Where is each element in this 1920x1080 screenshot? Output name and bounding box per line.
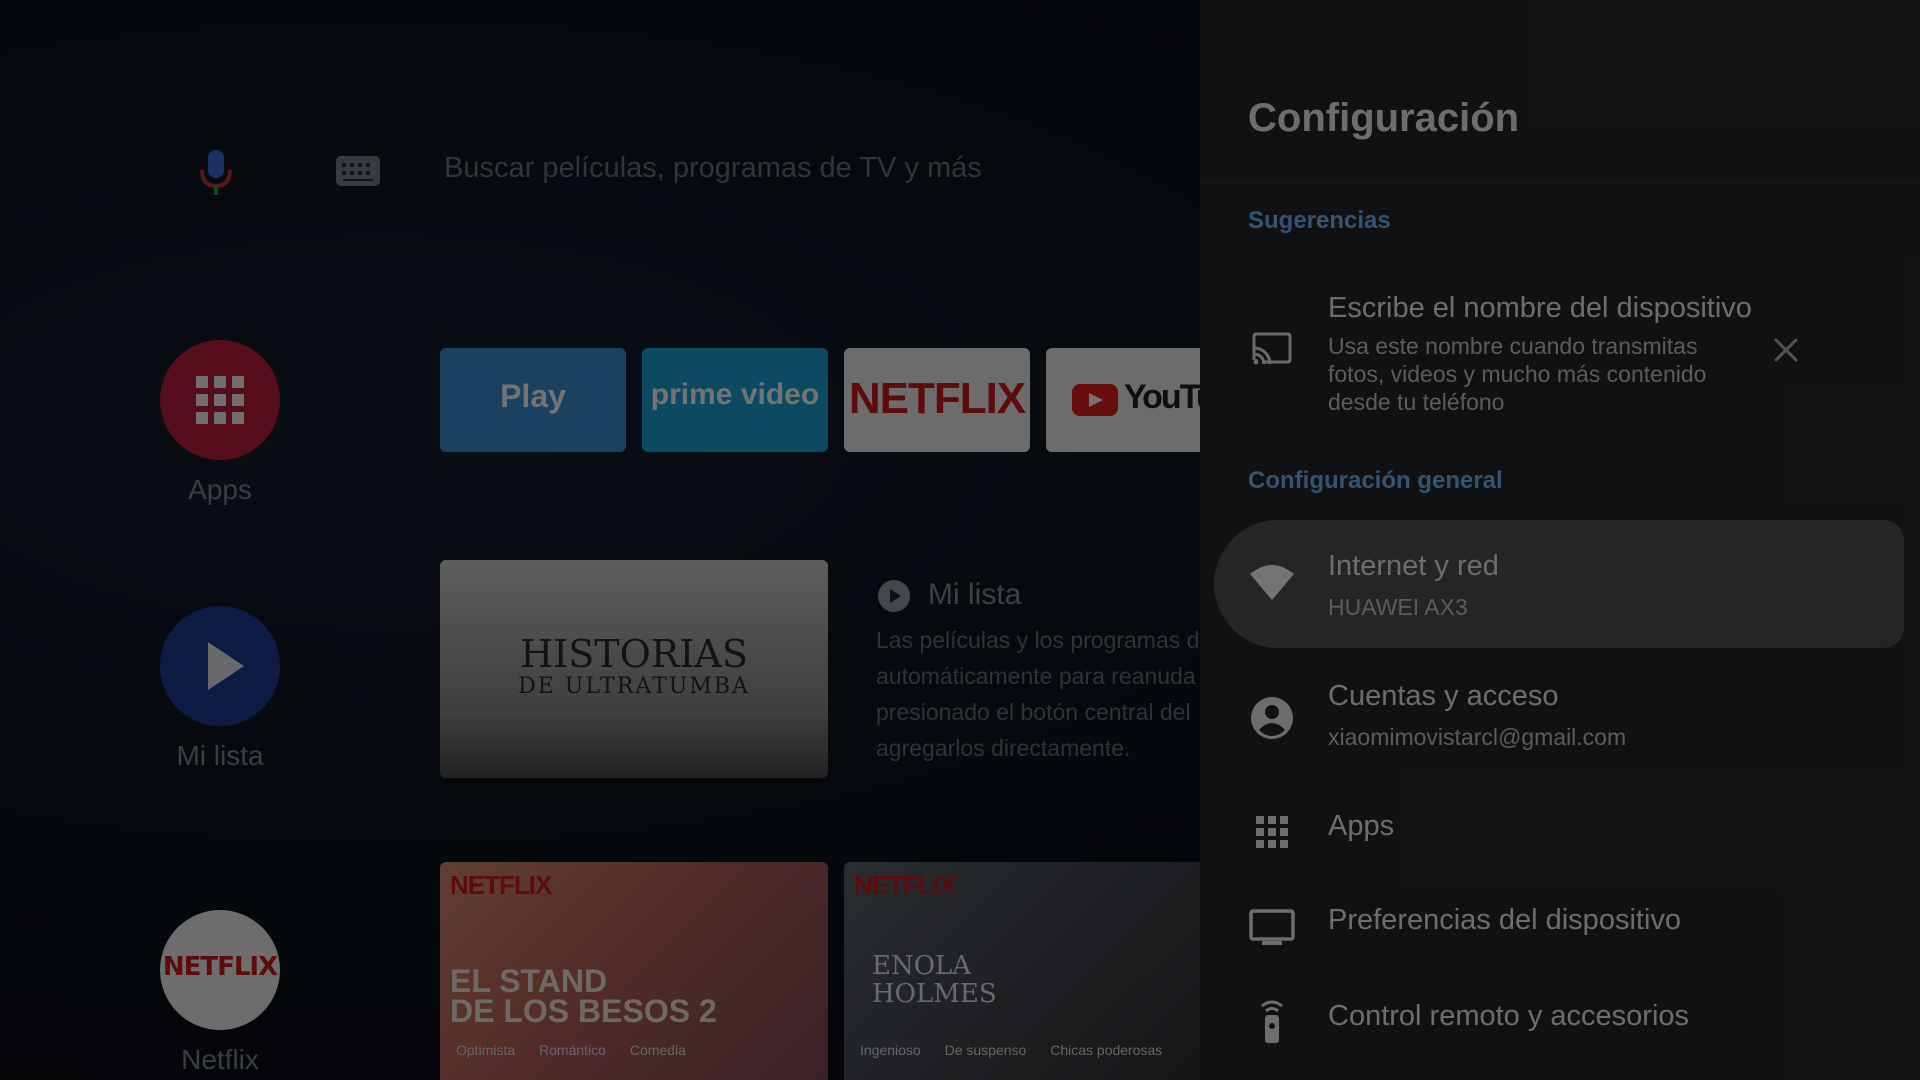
- tag: Comedia: [629, 1042, 686, 1058]
- tag: Chicas poderosas: [1050, 1042, 1163, 1058]
- netflix-logo: NETFLIX: [162, 952, 278, 982]
- poster-title: HISTORIAS: [520, 632, 748, 676]
- play-icon: [878, 580, 910, 612]
- settings-item-label: Preferencias del dispositivo: [1328, 904, 1682, 936]
- youtube-wordmark: YouTube: [1124, 378, 1206, 416]
- tag: Romántico: [539, 1042, 606, 1058]
- description-line: automáticamente para reanuda: [876, 663, 1196, 689]
- settings-item-internet[interactable]: Internet y red HUAWEI AX3: [1200, 520, 1920, 648]
- search-input[interactable]: Buscar películas, programas de TV y más: [444, 152, 982, 185]
- play-icon: [208, 642, 244, 690]
- settings-item-label: Cuentas y acceso: [1328, 680, 1559, 712]
- settings-item-subtitle: xiaomimovistarcl@gmail.com: [1328, 724, 1627, 750]
- mi-lista-description: Las películas y los programas d automáti…: [876, 622, 1216, 766]
- cast-icon: [1252, 332, 1292, 366]
- apps-grid-icon: [196, 376, 244, 424]
- suggestion-title: Escribe el nombre del dispositivo: [1328, 292, 1752, 324]
- home-netflix-label: Netflix: [181, 1044, 259, 1075]
- poster-title-line: HOLMES: [872, 979, 997, 1009]
- netflix-logo: NETFLIX: [848, 374, 1026, 423]
- focus-highlight: [1214, 520, 1904, 648]
- app-tile-youtube[interactable]: YouTube: [1046, 348, 1206, 452]
- tag: De suspenso: [944, 1042, 1027, 1058]
- section-label-general: Configuración general: [1248, 467, 1503, 494]
- poster-title: ENOLA HOLMES: [872, 952, 997, 1008]
- settings-header: Configuración: [1200, 0, 1920, 183]
- youtube-logo: [1072, 384, 1118, 416]
- tv-icon: [1249, 909, 1295, 945]
- tag: Optimista: [456, 1042, 516, 1058]
- description-line: presionado el botón central del: [876, 699, 1191, 725]
- keyboard-icon[interactable]: [336, 156, 380, 186]
- netflix-logo: NETFLIX: [854, 870, 956, 900]
- app-tile-netflix[interactable]: NETFLIX: [844, 348, 1030, 452]
- suggestion-device-name[interactable]: Escribe el nombre del dispositivo Usa es…: [1200, 280, 1920, 430]
- settings-item-label: Internet y red: [1328, 550, 1499, 582]
- app-tile-movistar-play[interactable]: Play: [440, 348, 626, 452]
- settings-item-subtitle: HUAWEI AX3: [1328, 594, 1468, 620]
- settings-panel: Configuración Sugerencias Escribe el nom…: [1200, 0, 1920, 1080]
- poster-title: EL STAND DE LOS BESOS 2: [450, 963, 717, 1029]
- microphone-icon[interactable]: [198, 148, 234, 198]
- app-tile-prime-video[interactable]: prime video: [642, 348, 828, 452]
- remote-icon: [1261, 1000, 1283, 1043]
- settings-item-accounts[interactable]: Cuentas y acceso xiaomimovistarcl@gmail.…: [1200, 676, 1920, 776]
- wifi-icon: [1250, 565, 1294, 600]
- poster-enola-holmes[interactable]: NETFLIX ENOLA HOLMES Ingenioso De suspen…: [844, 862, 1204, 1080]
- prime-video-logo: prime video: [650, 378, 820, 411]
- poster-title-line: DE LOS BESOS 2: [450, 993, 717, 1029]
- settings-item-remote-accessories[interactable]: Control remoto y accesorios: [1200, 990, 1920, 1060]
- movistar-play-logo: Play: [500, 378, 566, 414]
- settings-item-device-preferences[interactable]: Preferencias del dispositivo: [1200, 894, 1920, 964]
- home-apps-label: Apps: [188, 474, 252, 505]
- netflix-logo: NETFLIX: [450, 870, 552, 900]
- mi-lista-title: Mi lista: [928, 578, 1022, 611]
- settings-item-apps[interactable]: Apps: [1200, 800, 1920, 870]
- description-line: Las películas y los programas d: [876, 627, 1200, 653]
- poster-title-line: EL STAND: [450, 963, 608, 999]
- apps-grid-icon: [1256, 816, 1288, 848]
- poster-subtitle: DE ULTRATUMBA: [518, 674, 750, 699]
- settings-item-label: Control remoto y accesorios: [1328, 1000, 1690, 1032]
- close-icon[interactable]: [1768, 332, 1804, 368]
- home-apps-button[interactable]: [160, 340, 280, 460]
- section-label-suggestions: Sugerencias: [1248, 207, 1391, 234]
- poster-title-line: ENOLA: [872, 951, 972, 981]
- poster-tags: Ingenioso De suspenso Chicas poderosas: [860, 1042, 1182, 1058]
- tag: Ingenioso: [860, 1042, 921, 1058]
- home-mi-lista-button[interactable]: [160, 606, 280, 726]
- page-title: Configuración: [1248, 96, 1520, 140]
- home-netflix-button[interactable]: NETFLIX: [160, 910, 280, 1030]
- home-mi-lista-label: Mi lista: [176, 740, 264, 771]
- poster-historias-de-ultratumba[interactable]: HISTORIAS DE ULTRATUMBA: [440, 560, 828, 778]
- account-circle-icon: [1251, 697, 1293, 739]
- settings-item-label: Apps: [1328, 810, 1395, 842]
- poster-el-stand-de-los-besos-2[interactable]: NETFLIX EL STAND DE LOS BESOS 2 Optimist…: [440, 862, 828, 1080]
- poster-tags: Optimista Romántico Comedia: [456, 1042, 706, 1058]
- suggestion-description: Usa este nombre cuando transmitas fotos,…: [1328, 333, 1707, 415]
- description-line: agregarlos directamente.: [876, 735, 1131, 761]
